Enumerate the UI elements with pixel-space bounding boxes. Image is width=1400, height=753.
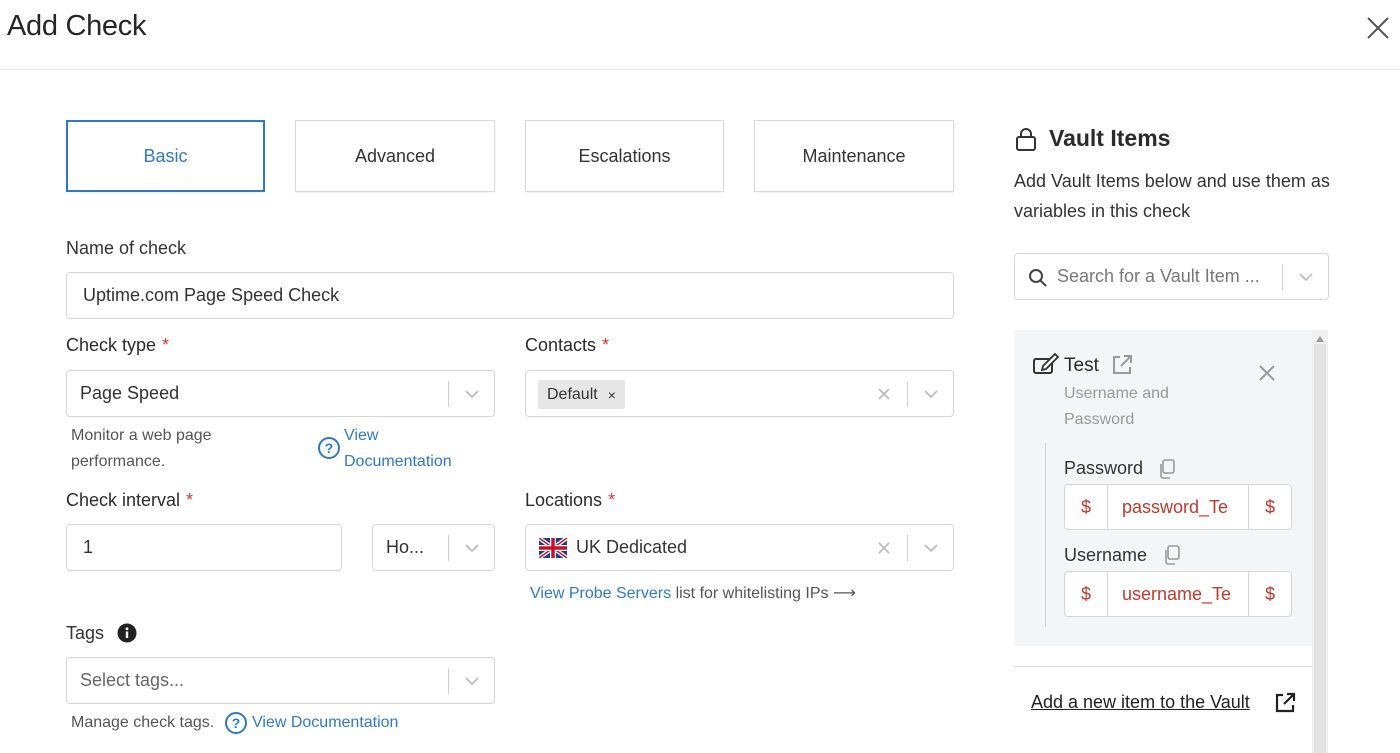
contacts-label: Contacts * bbox=[525, 335, 610, 355]
modal-title: Add Check bbox=[7, 10, 147, 42]
tab-basic[interactable]: Basic bbox=[66, 120, 265, 192]
info-icon[interactable] bbox=[117, 623, 137, 643]
copy-icon[interactable] bbox=[1163, 545, 1181, 565]
probe-servers-text: View Probe Servers list for whitelisting… bbox=[530, 585, 856, 602]
vault-item-type: Username and Password bbox=[1064, 385, 1169, 428]
tags-label: Tags bbox=[66, 623, 105, 643]
search-icon bbox=[1029, 269, 1047, 287]
copy-icon[interactable] bbox=[1158, 459, 1176, 479]
tags-help: Manage check tags. bbox=[71, 714, 215, 731]
close-icon[interactable] bbox=[1364, 14, 1392, 42]
vault-item-name: Test bbox=[1064, 355, 1099, 376]
external-link-icon[interactable] bbox=[1111, 354, 1133, 376]
chevron-down-icon[interactable] bbox=[463, 539, 481, 557]
password-variable[interactable]: $ password_Te $ bbox=[1064, 484, 1292, 530]
check-type-select[interactable]: Page Speed bbox=[66, 370, 495, 417]
help-circle-icon[interactable]: ? bbox=[318, 437, 340, 459]
locations-label: Locations * bbox=[525, 490, 616, 510]
tab-escalations[interactable]: Escalations bbox=[525, 120, 724, 192]
chevron-down-icon[interactable] bbox=[463, 385, 481, 403]
probe-servers-link[interactable]: View Probe Servers bbox=[530, 585, 671, 602]
chevron-down-icon[interactable] bbox=[922, 385, 940, 403]
chip-remove-icon[interactable]: × bbox=[608, 387, 616, 403]
vault-title: Vault Items bbox=[1049, 125, 1171, 151]
external-link-icon[interactable] bbox=[1274, 692, 1296, 714]
clear-icon[interactable] bbox=[875, 539, 893, 557]
tab-maintenance[interactable]: Maintenance bbox=[754, 120, 954, 192]
scroll-up-icon[interactable] bbox=[1316, 336, 1324, 342]
vault-search-input[interactable]: Search for a Vault Item ... bbox=[1014, 253, 1329, 300]
interval-label: Check interval * bbox=[66, 490, 194, 510]
interval-input[interactable]: 1 bbox=[66, 524, 342, 571]
vault-scrollbar[interactable] bbox=[1312, 330, 1328, 753]
chevron-down-icon[interactable] bbox=[463, 672, 481, 690]
vault-description: Add Vault Items below and use them as va… bbox=[1014, 171, 1330, 221]
check-type-doc-link[interactable]: View Documentation bbox=[344, 423, 474, 475]
remove-item-icon[interactable] bbox=[1257, 363, 1277, 383]
interval-unit-select[interactable]: Ho... bbox=[372, 524, 495, 571]
contacts-select[interactable]: Default × bbox=[525, 370, 954, 417]
username-field-label: Username bbox=[1064, 545, 1148, 565]
uk-flag-icon bbox=[539, 537, 567, 558]
locations-select[interactable]: UK Dedicated bbox=[525, 524, 954, 571]
lock-icon bbox=[1016, 128, 1036, 151]
password-field-label: Password bbox=[1064, 458, 1144, 478]
contact-chip: Default × bbox=[538, 380, 625, 409]
tags-select[interactable]: Select tags... bbox=[66, 657, 495, 704]
check-type-help: Monitor a web page performance. bbox=[71, 427, 212, 470]
name-label: Name of check bbox=[66, 238, 187, 258]
tags-doc-link[interactable]: View Documentation bbox=[252, 710, 398, 736]
help-circle-icon[interactable]: ? bbox=[225, 712, 247, 734]
check-type-label: Check type * bbox=[66, 335, 170, 355]
chevron-down-icon[interactable] bbox=[1297, 268, 1315, 286]
add-vault-item-link[interactable]: Add a new item to the Vault bbox=[1031, 692, 1250, 713]
username-variable[interactable]: $ username_Te $ bbox=[1064, 571, 1292, 617]
modal-header: Add Check bbox=[0, 0, 1400, 70]
name-input[interactable]: Uptime.com Page Speed Check bbox=[66, 272, 954, 319]
tab-advanced[interactable]: Advanced bbox=[295, 120, 495, 192]
chevron-down-icon[interactable] bbox=[922, 539, 940, 557]
clear-icon[interactable] bbox=[875, 385, 893, 403]
edit-icon[interactable] bbox=[1033, 353, 1059, 375]
